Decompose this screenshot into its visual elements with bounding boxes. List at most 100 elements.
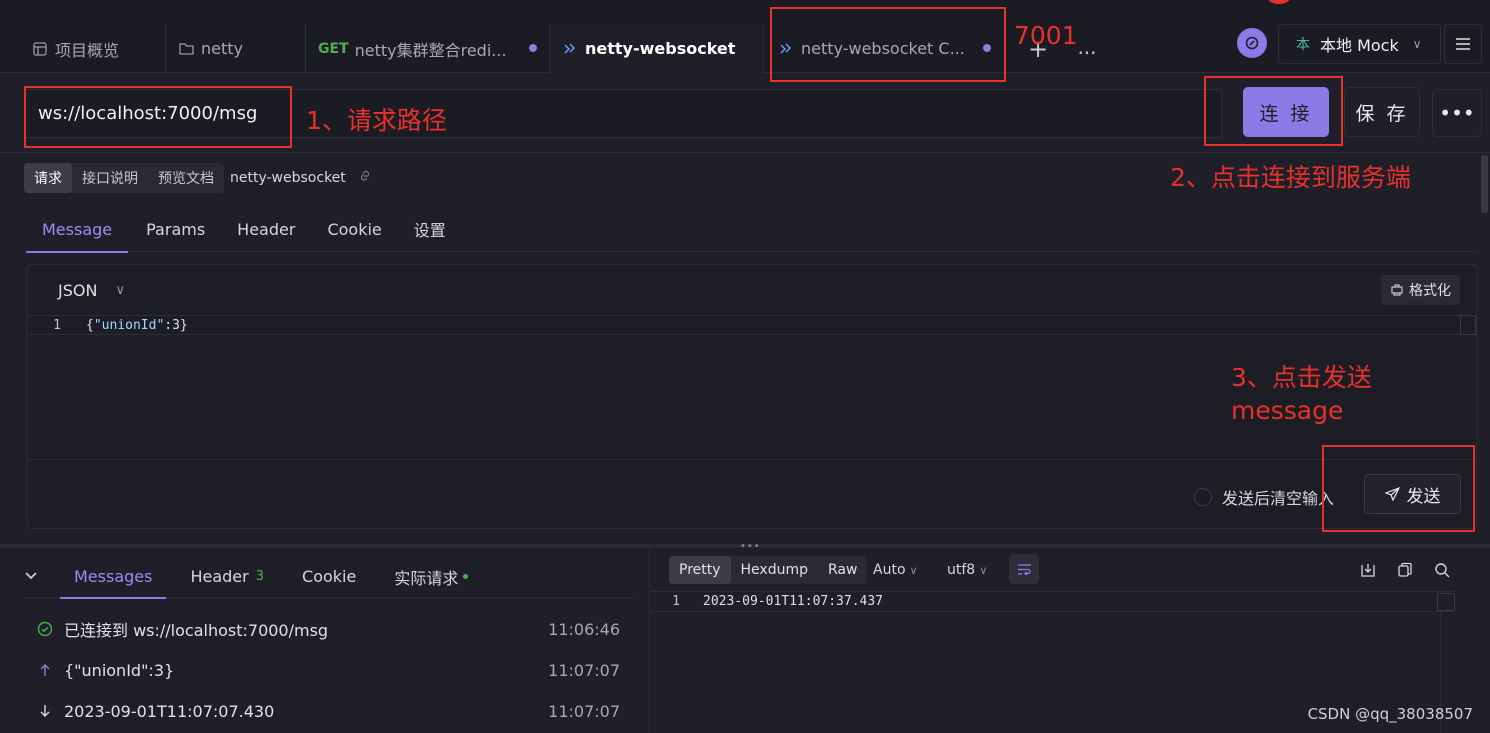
tab-label: netty-websocket [585, 39, 736, 58]
code-key: "unionId" [93, 317, 165, 333]
save-button[interactable]: 保 存 [1344, 87, 1420, 137]
tab-project-overview[interactable]: 项目概览 [20, 24, 166, 73]
charset-label: utf8 [947, 562, 976, 578]
wrap-icon [1017, 563, 1031, 575]
sync-icon [1245, 36, 1259, 50]
message-time: 11:06:46 [548, 619, 620, 639]
charset-select[interactable]: utf8 ∨ [947, 562, 987, 578]
message-text: {"unionId":3} [64, 660, 175, 680]
chevron-down-icon: ∨ [1412, 37, 1422, 51]
clear-after-send-label: 发送后清空输入 [1222, 489, 1335, 508]
chevron-down-icon: ∨ [115, 283, 125, 298]
link-icon[interactable] [358, 169, 372, 187]
arrow-down-icon [36, 704, 54, 718]
environment-select[interactable]: 本 本地 Mock ∨ [1278, 24, 1441, 64]
code-editor[interactable]: 1 {"unionId":3} [28, 315, 1476, 335]
view-raw[interactable]: Raw [818, 556, 867, 584]
code-brace: { [86, 317, 94, 333]
tab-label: netty集群整合redi... [354, 40, 507, 60]
format-icon [1391, 284, 1403, 296]
copy-icon[interactable] [1397, 562, 1413, 582]
annotation-step1: 1、请求路径 [306, 106, 447, 135]
tab-netty-websocket[interactable]: netty-websocket [550, 24, 764, 73]
tab-label: netty [201, 39, 243, 58]
http-method-get: GET [318, 40, 349, 57]
status-dot-icon [463, 574, 469, 579]
tab-settings[interactable]: 设置 [398, 206, 462, 252]
tab-response-cookie[interactable]: Cookie [288, 556, 370, 598]
response-body-viewer[interactable]: 1 2023-09-01T11:07:37.437 [651, 591, 1455, 612]
tab-messages[interactable]: Messages [60, 556, 167, 599]
connected-check-icon [36, 621, 54, 637]
line-number: 1 [53, 317, 61, 333]
environment-badge: 本 [1296, 37, 1310, 53]
body-format-select[interactable]: JSON ∨ [58, 281, 125, 300]
tab-actual-request[interactable]: 实际请求 [380, 556, 482, 598]
chevron-down-icon: ∨ [909, 564, 918, 577]
tab-bar: 项目概览 netty GET netty集群整合redi... netty-we… [0, 0, 1490, 73]
sync-button[interactable] [1237, 28, 1267, 58]
annotation-box-send [1322, 445, 1475, 532]
main-menu-button[interactable] [1444, 24, 1482, 64]
chevron-down-icon: ∨ [979, 564, 988, 577]
tab-label: 项目概览 [55, 40, 120, 60]
doc-tab-request[interactable]: 请求 [24, 163, 72, 193]
annotation-port-note: 7001 [1014, 21, 1078, 50]
header-count: 3 [255, 569, 265, 584]
view-pretty[interactable]: Pretty [669, 556, 731, 584]
line-number: 1 [672, 594, 680, 609]
tab-params[interactable]: Params [130, 206, 221, 252]
message-row-sent[interactable]: {"unionId":3} 11:07:07 [36, 655, 620, 685]
messages-panel: Messages Header 3 Cookie 实际请求 已连接到 ws://l… [0, 548, 650, 733]
annotation-step3-line2: message [1231, 395, 1344, 425]
tab-label: Messages [74, 567, 153, 586]
doc-tab-preview-doc[interactable]: 预览文档 [148, 163, 224, 193]
search-icon[interactable] [1434, 562, 1450, 582]
viewer-scrollbar[interactable] [1437, 593, 1455, 611]
main-scrollbar[interactable] [1481, 155, 1488, 213]
tab-label: Cookie [302, 567, 357, 586]
format-button-label: 格式化 [1409, 283, 1451, 299]
tab-label: 实际请求 [394, 568, 459, 588]
message-text: 已连接到 ws://localhost:7000/msg [64, 621, 329, 640]
message-time: 11:07:07 [548, 701, 620, 721]
divider [28, 459, 1476, 460]
tab-cookie[interactable]: Cookie [311, 206, 397, 252]
overview-icon [32, 41, 48, 57]
doc-tabs: 请求 接口说明 预览文档 [24, 163, 224, 193]
editor-scrollbar[interactable] [1460, 315, 1476, 335]
tab-message[interactable]: Message [26, 206, 129, 253]
tab-response-header[interactable]: Header 3 [176, 556, 278, 598]
tab-get-netty-redis[interactable]: GET netty集群整合redi... [306, 24, 550, 73]
response-tabs: Messages Header 3 Cookie 实际请求 [24, 556, 634, 599]
format-button[interactable]: 格式化 [1381, 275, 1460, 305]
notification-badge [1268, 0, 1290, 4]
collapse-chevron-icon[interactable] [24, 569, 60, 585]
code-value: :3} [164, 317, 188, 333]
download-icon[interactable] [1360, 562, 1376, 582]
message-row-received[interactable]: 2023-09-01T11:07:07.430 11:07:07 [36, 696, 620, 726]
annotation-step2: 2、点击连接到服务端 [1170, 163, 1411, 192]
view-hexdump[interactable]: Hexdump [731, 556, 818, 584]
watermark: CSDN @qq_38038507 [1307, 705, 1473, 723]
more-tabs-button[interactable]: ... [1074, 32, 1100, 62]
response-body-text: 2023-09-01T11:07:37.437 [703, 594, 884, 609]
view-mode-segmented: Pretty Hexdump Raw [669, 556, 868, 584]
message-text: 2023-09-01T11:07:07.430 [64, 701, 275, 721]
annotation-box-url [24, 86, 292, 148]
code-line: {"unionId":3} [86, 318, 188, 333]
environment-label: 本地 Mock [1320, 36, 1399, 55]
word-wrap-button[interactable] [1009, 554, 1039, 584]
hamburger-icon [1456, 38, 1470, 50]
clear-after-send-checkbox[interactable]: 发送后清空输入 [1194, 485, 1334, 509]
body-format-label: JSON [58, 281, 98, 300]
checkbox-icon [1194, 488, 1212, 506]
tab-netty[interactable]: netty [166, 24, 306, 73]
doc-tab-api-description[interactable]: 接口说明 [72, 163, 148, 193]
more-options-button[interactable]: ••• [1432, 89, 1482, 137]
encoding-select[interactable]: Auto ∨ [873, 562, 918, 578]
tab-header[interactable]: Header [221, 206, 311, 252]
annotation-box-connect [1204, 76, 1343, 146]
arrow-up-icon [36, 663, 54, 677]
message-row-connected[interactable]: 已连接到 ws://localhost:7000/msg 11:06:46 [36, 614, 620, 644]
